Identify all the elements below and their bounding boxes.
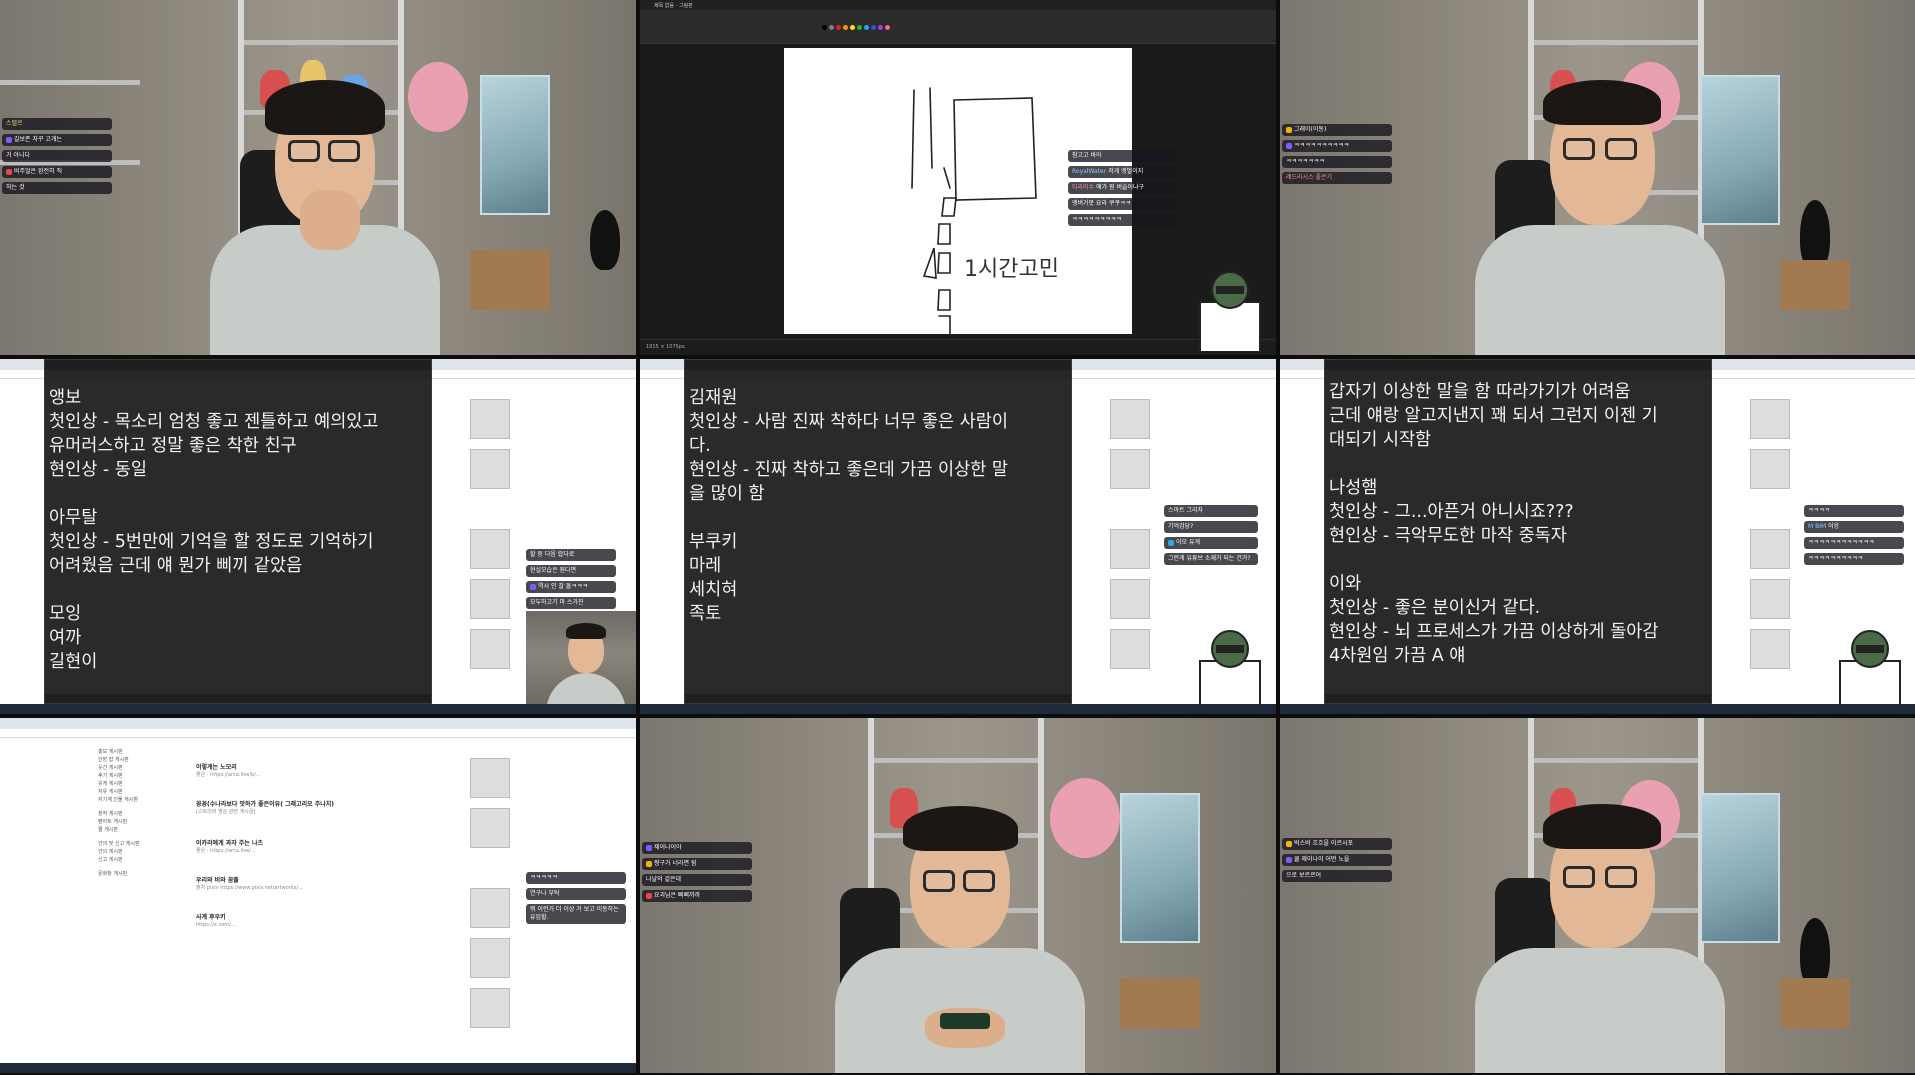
- webcam-scene-2: 그래이(이동) ㅋㅋㅋㅋㅋㅋㅋㅋㅋㅋ ㅋㅋㅋㅋㅋㅋㅋ 레드라시스 좋은기: [1280, 0, 1915, 355]
- address-bar[interactable]: [0, 729, 636, 738]
- notes-window[interactable]: 앵보 첫인상 - 목소리 엄청 좋고 젠틀하고 예의있고 유머러스하고 정말 좋은 …: [44, 359, 432, 704]
- chat-overlay: 스마트 그리자 기억검당? 이모 유게 그런게 유튜브 소재가 되는 건가?: [1164, 505, 1258, 565]
- mascot-character: [1199, 630, 1261, 711]
- chat-message: 모두하고기 마 스가진: [526, 597, 616, 609]
- board-link[interactable]: 문화창 게시판: [98, 870, 190, 878]
- board-link[interactable]: 웃긴 게시판: [98, 764, 190, 772]
- chat-message: 역시 인 잘 돌ㅋㅋㅋ: [526, 581, 616, 593]
- canvas-handwriting: 1시간고민: [964, 257, 1059, 282]
- chat-message: 뭐 이런거 더 이상 거 보고 이동하는 유입할.: [526, 904, 626, 924]
- chat-message: 레드라시스 좋은기: [1282, 172, 1392, 184]
- mascot-character: [1199, 271, 1261, 352]
- paint-statusbar: 1915 × 1075px: [640, 339, 1276, 355]
- chat-message: 할 둥 다음 랍다로: [526, 549, 616, 561]
- paint-ribbon[interactable]: [640, 10, 1276, 44]
- chat-overlay: 스텔르 길보존 자꾸 고개는 거 아니다 비주얼은 완전히 직 하는 것: [2, 118, 112, 194]
- desktop-notes-3: 갑자기 이상한 말을 함 따라가기가 어려움 근데 얘랑 알고지낸지 꽤 되서 그…: [1280, 359, 1915, 714]
- chat-message: 비주얼은 완전히 직: [2, 166, 112, 178]
- streamer: [1465, 80, 1735, 355]
- chat-message: ㅋㅋㅋㅋㅋㅋㅋㅋㅋㅋ: [1282, 140, 1392, 152]
- board-link[interactable]: 자기계 인물 게시판: [98, 796, 190, 804]
- board-link[interactable]: 팬아트 게시판: [98, 818, 190, 826]
- chat-message: 나냘의 겉은데: [642, 874, 752, 886]
- chat-message: 거 아니다: [2, 150, 112, 162]
- phone: [940, 1013, 990, 1029]
- board-link[interactable]: 유게 게시판: [98, 780, 190, 788]
- chat-message: 으로 보르르어: [1282, 870, 1392, 882]
- notes-content[interactable]: 갑자기 이상한 말을 함 따라가기가 어려움 근데 얘랑 알고지낸지 꽤 되서 그…: [1329, 380, 1707, 668]
- webcam-scene-3: 제이나이아 짱구가 너라면 됨 나냘의 겉은데 요괴님은 삐삐까까: [640, 718, 1276, 1073]
- notes-window[interactable]: 갑자기 이상한 말을 함 따라가기가 어려움 근데 얘랑 알고지낸지 꽤 되서 그…: [1324, 359, 1712, 704]
- post-list: 이렇게는 노모리 좋은 - https://arca.live/b/... 꽁꽁…: [196, 744, 456, 939]
- chat-message: M BIM 이응: [1804, 521, 1904, 533]
- chat-message: 이모 유게: [1164, 537, 1258, 549]
- board-link[interactable]: 신고 게시판: [98, 856, 190, 864]
- chat-message: 스텔르: [2, 118, 112, 130]
- forum-browser: 홍보 게시판 인방 잡 게시판 웃긴 게시판 후기 게시판 유게 게시판 자유 …: [0, 718, 636, 1073]
- board-link[interactable]: 창작 게시판: [98, 810, 190, 818]
- stream-grid: 스텔르 길보존 자꾸 고개는 거 아니다 비주얼은 완전히 직 하는 것 제목 …: [0, 0, 1915, 1075]
- chat-message: 그래이(이동): [1282, 124, 1392, 136]
- board-link[interactable]: 자유 게시판: [98, 788, 190, 796]
- paint-window: 제목 없음 - 그림판 1시간고민 1915 × 1075px 참고고 바아 R…: [640, 0, 1276, 355]
- paint-canvas-area: 1시간고민: [640, 44, 1276, 339]
- desktop-notes-1: 앵보 첫인상 - 목소리 엄청 좋고 젠틀하고 예의있고 유머러스하고 정말 좋은 …: [0, 359, 636, 714]
- board-sidebar: 홍보 게시판 인방 잡 게시판 웃긴 게시판 후기 게시판 유게 게시판 자유 …: [98, 748, 190, 878]
- board-link[interactable]: 인방 잡 게시판: [98, 756, 190, 764]
- chat-message: 연구나 부탁: [526, 888, 626, 900]
- streamer: [1465, 798, 1735, 1073]
- chat-message: ㅋㅋㅋㅋㅋㅋㅋㅋㅋㅋ: [1804, 553, 1904, 565]
- mascot-character: [1839, 630, 1901, 711]
- chat-message: 앵버가못 요라 쿠쿠ㅋㅋ: [1068, 198, 1176, 210]
- board-link[interactable]: 건의 게시판: [98, 848, 190, 856]
- chat-message: 길보존 자꾸 고개는: [2, 134, 112, 146]
- chat-overlay: 참고고 바아 RoyalWater 저게 앵벌이지 티라미수 얘가 뭔 버슬이냐구 …: [1068, 150, 1176, 226]
- webcam-inset: [526, 611, 636, 713]
- chat-message: 요괴님은 삐삐까까: [642, 890, 752, 902]
- post-item[interactable]: 이카리에게 과자 주는 나츠 좋은 - https://arca.live/..…: [196, 840, 456, 855]
- chat-message: RoyalWater 저게 앵벌이지: [1068, 166, 1176, 178]
- desktop-notes-2: 김재원 첫인상 - 사람 진짜 착하다 너무 좋은 사람이 다. 현인상 - 진짜 착…: [640, 359, 1276, 714]
- chat-message: 티라미수 얘가 뭔 버슬이냐구: [1068, 182, 1176, 194]
- chat-message: 그런게 유튜브 소재가 되는 건가?: [1164, 553, 1258, 565]
- chat-message: 기억검당?: [1164, 521, 1258, 533]
- chat-message: ㅋㅋㅋㅋㅋㅋㅋㅋㅋ: [1068, 214, 1176, 226]
- board-link[interactable]: 건의 및 신고 게시판: [98, 840, 190, 848]
- board-link[interactable]: 홍보 게시판: [98, 748, 190, 756]
- webcam-scene-4: 빅스비 흐흐을 이르시포 쿨 제이나이 어떤 노을 으로 보르르어: [1280, 718, 1915, 1073]
- board-link[interactable]: 후기 게시판: [98, 772, 190, 780]
- chat-overlay: 제이나이아 짱구가 너라면 됨 나냘의 겉은데 요괴님은 삐삐까까: [642, 842, 752, 902]
- chat-message: ㅋㅋㅋㅋㅋㅋㅋ: [1282, 156, 1392, 168]
- post-item[interactable]: 꽁꽁(수나라보다 맛하가 좋은이유( 그래고리오 주나치) [스트리머 영상 관…: [196, 801, 456, 816]
- chat-message: 제이나이아: [642, 842, 752, 854]
- chat-overlay: 할 둥 다음 랍다로 현실모습은 뭔다면 역시 인 잘 돌ㅋㅋㅋ 모두하고기 마…: [526, 549, 616, 609]
- chat-message: 짱구가 너라면 됨: [642, 858, 752, 870]
- notes-content[interactable]: 김재원 첫인상 - 사람 진짜 착하다 너무 좋은 사람이 다. 현인상 - 진짜 착…: [689, 386, 1067, 626]
- chat-message: 참고고 바아: [1068, 150, 1176, 162]
- post-item[interactable]: 이렇게는 노모리 좋은 - https://arca.live/b/...: [196, 764, 456, 779]
- paint-titlebar: 제목 없음 - 그림판: [640, 0, 1276, 10]
- streamer: [200, 80, 460, 355]
- post-item[interactable]: 사계 후우키 https://x.com/...: [196, 914, 456, 929]
- webcam-scene-1: 스텔르 길보존 자꾸 고개는 거 아니다 비주얼은 완전히 직 하는 것: [0, 0, 636, 355]
- streamer: [825, 798, 1095, 1073]
- notes-content[interactable]: 앵보 첫인상 - 목소리 엄청 좋고 젠틀하고 예의있고 유머러스하고 정말 좋은 …: [49, 386, 427, 674]
- post-item[interactable]: 우리와 비와 꿈똘 출처 pixiv https://www.pixiv.net…: [196, 877, 456, 892]
- notes-window[interactable]: 김재원 첫인상 - 사람 진짜 착하다 너무 좋은 사람이 다. 현인상 - 진짜 착…: [684, 359, 1072, 704]
- chat-message: 빅스비 흐흐을 이르시포: [1282, 838, 1392, 850]
- board-link[interactable]: 짤 게시판: [98, 826, 190, 834]
- chat-message: ㅋㅋㅋㅋ: [1804, 505, 1904, 517]
- chat-message: 스마트 그리자: [1164, 505, 1258, 517]
- chat-overlay: 그래이(이동) ㅋㅋㅋㅋㅋㅋㅋㅋㅋㅋ ㅋㅋㅋㅋㅋㅋㅋ 레드라시스 좋은기: [1282, 124, 1392, 184]
- chat-message: 현실모습은 뭔다면: [526, 565, 616, 577]
- chat-overlay: ㅋㅋㅋㅋㅋ 연구나 부탁 뭐 이런거 더 이상 거 보고 이동하는 유입할.: [526, 872, 626, 924]
- chat-overlay: 빅스비 흐흐을 이르시포 쿨 제이나이 어떤 노을 으로 보르르어: [1282, 838, 1392, 882]
- chat-message: 하는 것: [2, 182, 112, 194]
- chat-overlay: ㅋㅋㅋㅋ M BIM 이응 ㅋㅋㅋㅋㅋㅋㅋㅋㅋㅋㅋㅋ ㅋㅋㅋㅋㅋㅋㅋㅋㅋㅋ: [1804, 505, 1904, 565]
- chat-message: 쿨 제이나이 어떤 노을: [1282, 854, 1392, 866]
- chat-message: ㅋㅋㅋㅋㅋ: [526, 872, 626, 884]
- chat-message: ㅋㅋㅋㅋㅋㅋㅋㅋㅋㅋㅋㅋ: [1804, 537, 1904, 549]
